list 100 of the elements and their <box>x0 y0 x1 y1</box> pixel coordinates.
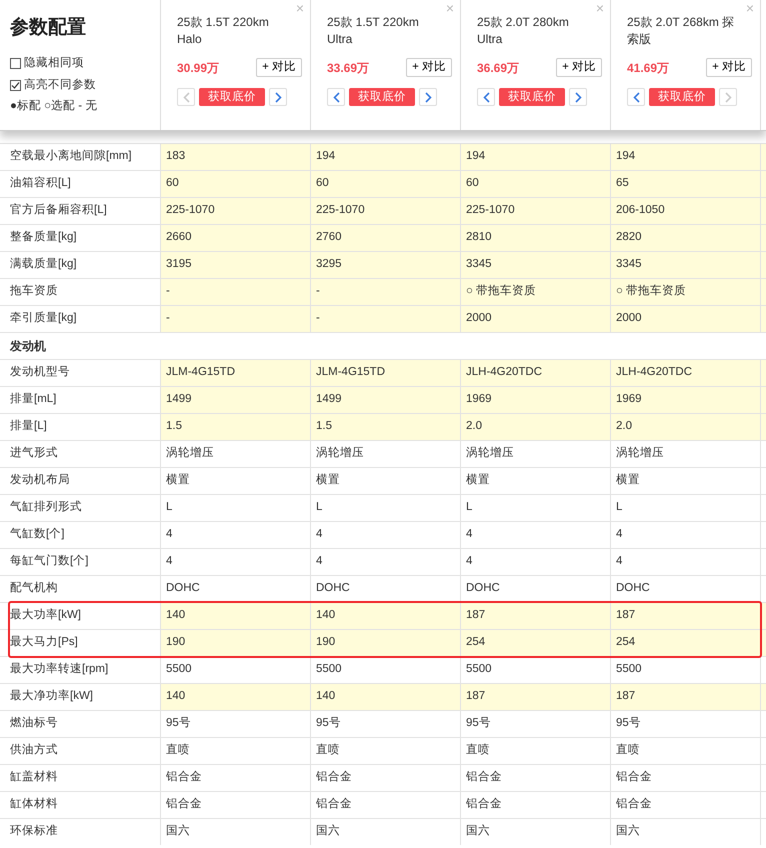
table-cell: L <box>160 495 310 521</box>
table-cell: 铝合金 <box>160 792 310 818</box>
table-cell: 254 <box>460 630 610 656</box>
table-cell: 140 <box>160 603 310 629</box>
previous-button[interactable] <box>627 88 645 106</box>
car-price: 36.69万 <box>477 60 520 76</box>
row-label: 排量[mL] <box>9 392 58 408</box>
table-cell: 4 <box>460 522 610 548</box>
table-cell: JLH-4G20TDC <box>610 360 760 386</box>
table-cell: 铝合金 <box>310 765 460 791</box>
table-cell: L <box>610 495 760 521</box>
table-cell: DOHC <box>460 576 610 602</box>
close-button[interactable]: × <box>596 0 604 16</box>
table-cell: 1499 <box>160 387 310 413</box>
table-cell: 5500 <box>160 657 310 683</box>
table-cell: 3345 <box>610 252 760 278</box>
table-cell: 95号 <box>160 711 310 737</box>
row-label: 缸体材料 <box>9 796 59 812</box>
next-button[interactable] <box>569 88 587 106</box>
table-cell: 65 <box>610 171 760 197</box>
table-cell: 95号 <box>610 711 760 737</box>
table-cell: - <box>310 279 460 305</box>
row-label: 官方后备厢容积[L] <box>9 202 108 218</box>
table-cell: 国六 <box>460 819 610 845</box>
table-cell: 直喷 <box>160 738 310 764</box>
car-price: 41.69万 <box>627 60 670 76</box>
table-cell: ○ 带拖车资质 <box>610 279 760 305</box>
checkbox[interactable] <box>10 58 21 69</box>
previous-button[interactable] <box>477 88 495 106</box>
row-label: 最大马力[Ps] <box>9 634 79 650</box>
table-cell: 3295 <box>310 252 460 278</box>
table-cell: 1.5 <box>160 414 310 440</box>
table-cell: DOHC <box>610 576 760 602</box>
quote-button[interactable]: 获取底价 <box>199 88 265 106</box>
table-cell: - <box>310 306 460 332</box>
row-label: 配气机构 <box>9 580 59 596</box>
table-cell: 140 <box>310 684 460 710</box>
close-button[interactable]: × <box>746 0 754 16</box>
table-cell: 横置 <box>160 468 310 494</box>
table-cell: 横置 <box>610 468 760 494</box>
car-price: 33.69万 <box>327 60 370 76</box>
previous-button[interactable] <box>327 88 345 106</box>
next-button[interactable] <box>269 88 287 106</box>
row-label: 每缸气门数[个] <box>9 553 90 570</box>
table-cell: 5500 <box>310 657 460 683</box>
chevron-left-icon <box>482 92 490 102</box>
row-label: 空载最小离地间隙[mm] <box>9 148 133 164</box>
table-cell: 国六 <box>160 819 310 845</box>
table-cell: 涡轮增压 <box>460 441 610 467</box>
table-cell: 国六 <box>610 819 760 845</box>
table-cell: 4 <box>460 549 610 575</box>
compare-button[interactable]: + 对比 <box>556 58 602 77</box>
table-cell: 225-1070 <box>310 198 460 224</box>
table-cell: 254 <box>610 630 760 656</box>
row-label: 缸盖材料 <box>9 769 59 786</box>
compare-button[interactable]: + 对比 <box>256 58 302 77</box>
table-cell: 225-1070 <box>160 198 310 224</box>
car-price: 30.99万 <box>177 60 220 76</box>
compare-button[interactable]: + 对比 <box>406 58 452 77</box>
table-cell: 2000 <box>460 306 610 332</box>
table-cell: 涡轮增压 <box>610 441 760 467</box>
table-cell: 4 <box>310 549 460 575</box>
table-cell: 铝合金 <box>460 765 610 791</box>
section-heading: 发动机 <box>0 332 766 359</box>
table-cell: 铝合金 <box>160 765 310 791</box>
table-cell: DOHC <box>310 576 460 602</box>
table-cell: 2.0 <box>610 414 760 440</box>
chevron-right-icon <box>724 92 732 102</box>
next-button[interactable] <box>419 88 437 106</box>
row-label: 气缸数[个] <box>9 526 66 542</box>
close-button[interactable]: × <box>446 0 454 16</box>
row-label: 最大功率转速[rpm] <box>9 662 110 678</box>
row-label: 牵引质量[kg] <box>9 310 78 326</box>
row-label: 环保标准 <box>9 824 59 840</box>
row-label: 最大功率[kW] <box>9 608 82 624</box>
quote-button[interactable]: 获取底价 <box>349 88 415 106</box>
table-cell: 直喷 <box>310 738 460 764</box>
table-cell: 铝合金 <box>610 792 760 818</box>
checkbox-label: 隐藏相同项 <box>24 56 84 71</box>
quote-button[interactable]: 获取底价 <box>649 88 715 106</box>
table-cell: 3195 <box>160 252 310 278</box>
row-label: 发动机布局 <box>9 472 71 488</box>
compare-button[interactable]: + 对比 <box>706 58 752 77</box>
car-name: 25款 1.5T 220km Halo <box>177 14 270 48</box>
table-cell: 1499 <box>310 387 460 413</box>
table-cell: 1.5 <box>310 414 460 440</box>
page-title: 参数配置 <box>10 16 87 40</box>
table-cell: JLH-4G20TDC <box>460 360 610 386</box>
table-cell: 横置 <box>310 468 460 494</box>
chevron-right-icon <box>574 92 582 102</box>
row-label: 拖车资质 <box>9 284 59 300</box>
row-label: 最大净功率[kW] <box>9 688 94 704</box>
table-cell: 187 <box>460 684 610 710</box>
table-cell: JLM-4G15TD <box>310 360 460 386</box>
table-cell: 2660 <box>160 225 310 251</box>
quote-button[interactable]: 获取底价 <box>499 88 565 106</box>
close-button[interactable]: × <box>296 0 304 16</box>
table-cell: 1969 <box>460 387 610 413</box>
table-cell: 194 <box>310 144 460 170</box>
checkbox[interactable] <box>10 80 21 91</box>
